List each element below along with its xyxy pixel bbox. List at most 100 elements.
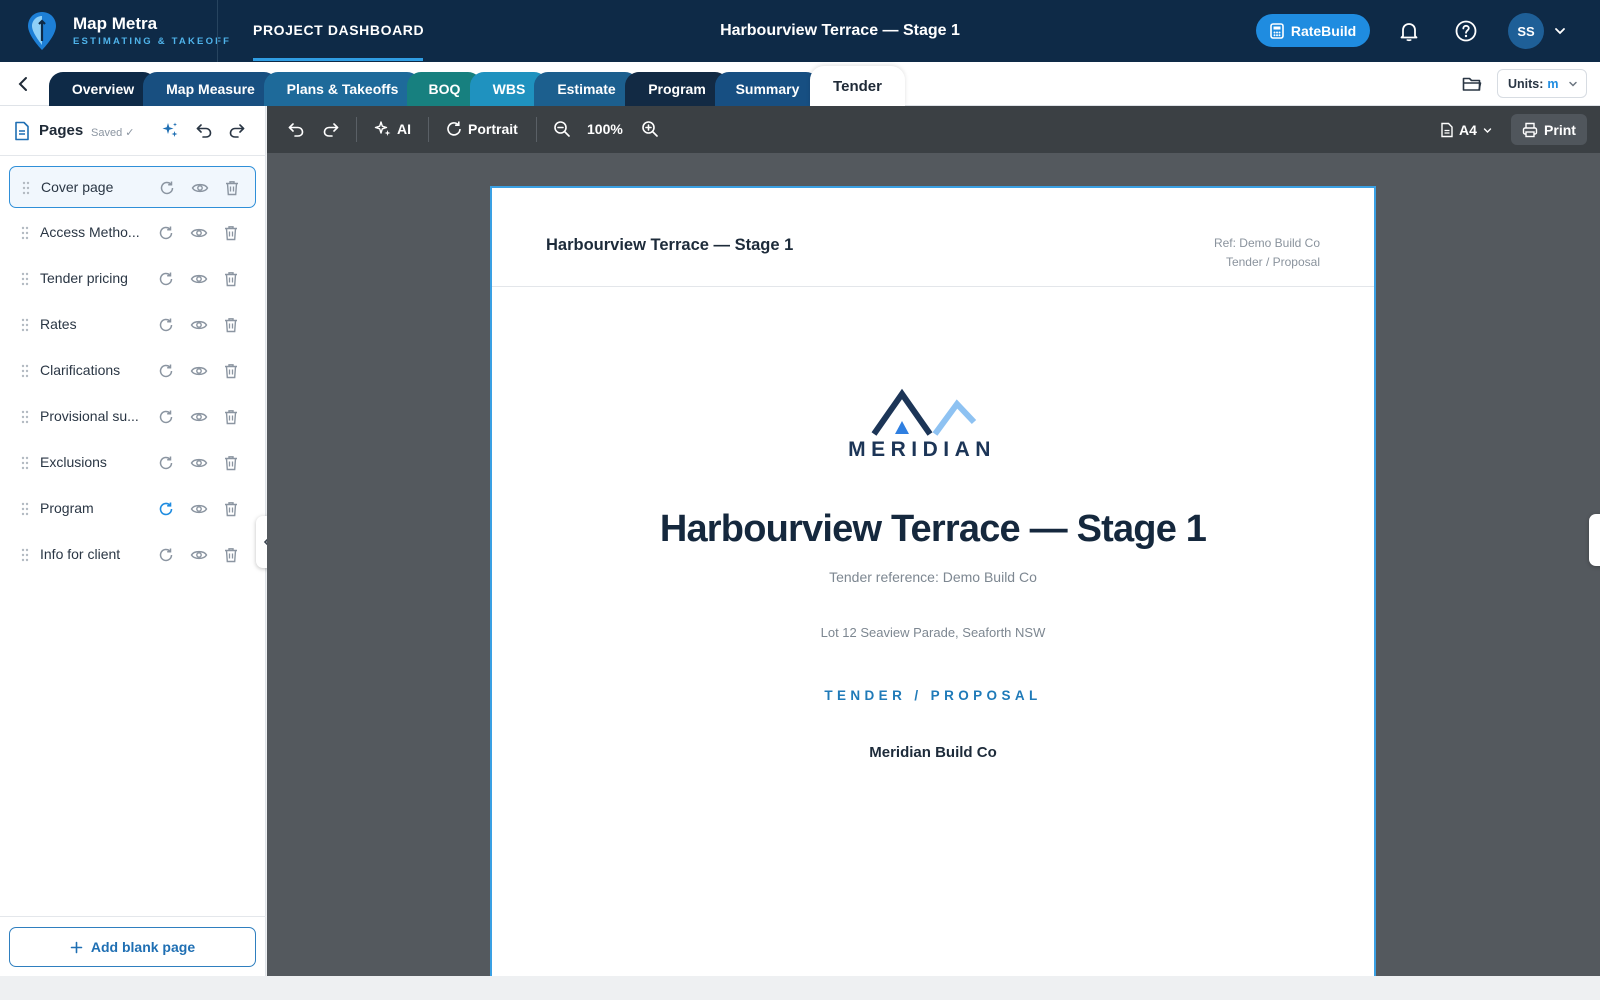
tab-map-measure[interactable]: Map Measure: [143, 72, 278, 106]
page-item-access-methodology[interactable]: Access Metho...: [9, 212, 256, 254]
eye-icon[interactable]: [190, 270, 208, 288]
user-avatar[interactable]: SS: [1508, 13, 1544, 49]
eye-icon[interactable]: [190, 500, 208, 518]
page-item-info-for-client[interactable]: Info for client: [9, 534, 256, 576]
refresh-icon[interactable]: [157, 362, 175, 380]
ai-sparkle-icon[interactable]: [160, 120, 180, 140]
paper-size-dropdown[interactable]: A4: [1440, 117, 1502, 143]
ai-sparkle-icon[interactable]: [373, 119, 393, 139]
folder-icon[interactable]: [1461, 73, 1483, 95]
toolbar-divider: [356, 117, 357, 142]
page-label: Access Metho...: [40, 224, 140, 240]
back-arrow-icon[interactable]: [12, 73, 34, 95]
trash-icon[interactable]: [222, 500, 240, 518]
orientation-button-label[interactable]: Portrait: [468, 121, 518, 137]
sidebar-footer: Add blank page: [0, 916, 266, 976]
page-label: Rates: [40, 316, 77, 332]
ratebuild-button[interactable]: RateBuild: [1256, 14, 1370, 47]
app-name: Map Metra: [73, 14, 158, 33]
ai-button-label[interactable]: AI: [397, 121, 411, 137]
saved-status: Saved ✓: [91, 127, 135, 139]
refresh-icon[interactable]: [158, 179, 176, 197]
cover-page-preview[interactable]: Harbourview Terrace — Stage 1 Ref: Demo …: [490, 186, 1376, 976]
drag-handle-icon[interactable]: [21, 410, 29, 424]
trash-icon[interactable]: [222, 224, 240, 242]
zoom-out-icon[interactable]: [552, 119, 572, 139]
page-item-exclusions[interactable]: Exclusions: [9, 442, 256, 484]
tab-estimate[interactable]: Estimate: [534, 72, 639, 106]
refresh-icon[interactable]: [157, 316, 175, 334]
document-title: Harbourview Terrace — Stage 1: [659, 508, 1207, 550]
drag-handle-icon[interactable]: [22, 181, 30, 195]
drag-handle-icon[interactable]: [21, 318, 29, 332]
trash-icon[interactable]: [222, 408, 240, 426]
trash-icon[interactable]: [222, 546, 240, 564]
print-button[interactable]: Print: [1511, 114, 1587, 145]
document-canvas[interactable]: Harbourview Terrace — Stage 1 Ref: Demo …: [267, 153, 1600, 976]
meridian-logo-wordmark: MERIDIAN: [848, 438, 996, 461]
tab-overview[interactable]: Overview: [49, 72, 157, 106]
tab-program[interactable]: Program: [625, 72, 729, 106]
trash-icon[interactable]: [222, 362, 240, 380]
add-blank-page-button[interactable]: Add blank page: [9, 927, 256, 967]
eye-icon[interactable]: [190, 224, 208, 242]
drag-handle-icon[interactable]: [21, 272, 29, 286]
drag-handle-icon[interactable]: [21, 364, 29, 378]
printer-icon: [1522, 122, 1538, 137]
zoom-level: 100%: [587, 121, 623, 137]
right-panel-handle[interactable]: [1589, 514, 1600, 566]
trash-icon[interactable]: [222, 316, 240, 334]
page-label: Clarifications: [40, 362, 121, 378]
module-tab-bar: Overview Map Measure Plans & Takeoffs BO…: [0, 62, 1600, 106]
redo-icon[interactable]: [227, 120, 247, 140]
document-header: Harbourview Terrace — Stage 1 Ref: Demo …: [492, 188, 1374, 287]
page-item-clarifications[interactable]: Clarifications: [9, 350, 256, 392]
tab-summary[interactable]: Summary: [715, 72, 820, 106]
tab-plans-takeoffs[interactable]: Plans & Takeoffs: [264, 72, 421, 106]
drag-handle-icon[interactable]: [21, 226, 29, 240]
page-item-cover-page[interactable]: Cover page: [9, 166, 256, 208]
units-label: Units:: [1508, 76, 1544, 91]
print-label: Print: [1544, 121, 1576, 138]
page-item-rates[interactable]: Rates: [9, 304, 256, 346]
chevron-down-icon[interactable]: [1553, 24, 1567, 38]
undo-icon[interactable]: [286, 119, 306, 139]
units-dropdown[interactable]: Units: m: [1497, 69, 1587, 98]
document-icon: [15, 121, 29, 141]
redo-icon[interactable]: [321, 119, 341, 139]
project-title: Harbourview Terrace — Stage 1: [720, 22, 960, 39]
eye-icon[interactable]: [190, 408, 208, 426]
trash-icon[interactable]: [222, 454, 240, 472]
eye-icon[interactable]: [190, 546, 208, 564]
page-item-program[interactable]: Program: [9, 488, 256, 530]
refresh-icon[interactable]: [157, 270, 175, 288]
trash-icon[interactable]: [222, 270, 240, 288]
map-pin-logo-icon[interactable]: [26, 11, 58, 51]
tender-reference: Tender reference: Demo Build Co: [829, 569, 1037, 585]
eye-icon[interactable]: [190, 316, 208, 334]
refresh-icon[interactable]: [157, 500, 175, 518]
site-address: Lot 12 Seaview Parade, Seaforth NSW: [820, 625, 1046, 640]
drag-handle-icon[interactable]: [21, 502, 29, 516]
trash-icon[interactable]: [223, 179, 241, 197]
refresh-icon[interactable]: [157, 408, 175, 426]
undo-icon[interactable]: [194, 120, 214, 140]
refresh-icon[interactable]: [157, 454, 175, 472]
eye-icon[interactable]: [190, 454, 208, 472]
document-ref-type: Tender / Proposal: [1225, 255, 1320, 269]
drag-handle-icon[interactable]: [21, 456, 29, 470]
eye-icon[interactable]: [190, 362, 208, 380]
page-item-provisional-sums[interactable]: Provisional su...: [9, 396, 256, 438]
document-header-title: Harbourview Terrace — Stage 1: [546, 236, 794, 254]
refresh-icon[interactable]: [157, 546, 175, 564]
page-item-tender-pricing[interactable]: Tender pricing: [9, 258, 256, 300]
bell-icon[interactable]: [1397, 19, 1421, 43]
eye-icon[interactable]: [191, 179, 209, 197]
refresh-icon[interactable]: [157, 224, 175, 242]
tab-tender[interactable]: Tender: [810, 66, 905, 106]
project-dashboard-link[interactable]: PROJECT DASHBOARD: [253, 22, 424, 38]
rotate-icon[interactable]: [444, 119, 464, 139]
drag-handle-icon[interactable]: [21, 548, 29, 562]
zoom-in-icon[interactable]: [640, 119, 660, 139]
help-icon[interactable]: [1454, 19, 1478, 43]
